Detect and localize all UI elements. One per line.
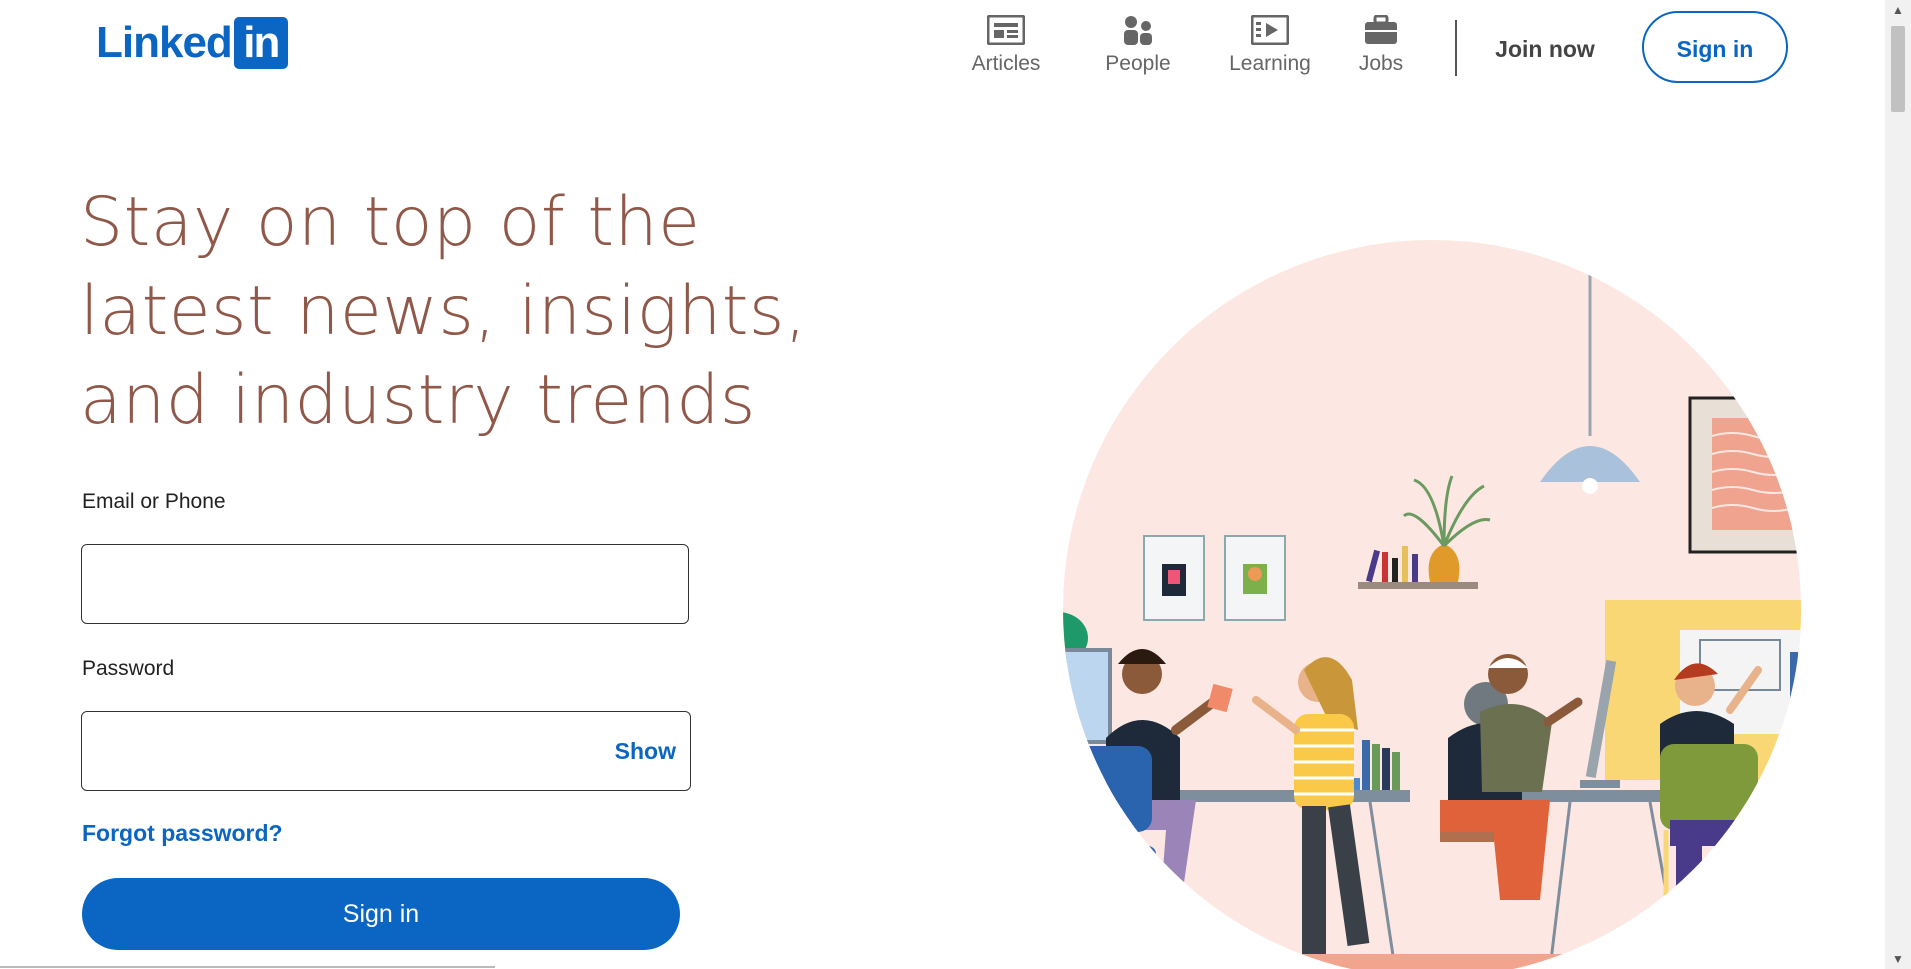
hero-headline: Stay on top of the latest news, insights…: [80, 178, 880, 445]
nav-divider: [1455, 20, 1457, 76]
header-sign-in-button[interactable]: Sign in: [1642, 11, 1788, 83]
hero-headline-line: latest news, insights,: [80, 272, 807, 351]
nav-people[interactable]: People: [1072, 12, 1204, 82]
nav-jobs[interactable]: Jobs: [1336, 12, 1426, 82]
sign-in-button[interactable]: Sign in: [82, 878, 680, 950]
show-password-button[interactable]: Show: [615, 738, 676, 765]
password-field[interactable]: [82, 712, 690, 790]
office-illustration: [1063, 240, 1801, 969]
join-now-link[interactable]: Join now: [1476, 30, 1614, 68]
nav-learning[interactable]: Learning: [1204, 12, 1336, 82]
nav-learning-label: Learning: [1229, 52, 1311, 75]
logo-wordmark: Linked: [96, 18, 233, 67]
password-label: Password: [82, 657, 175, 680]
linkedin-logo[interactable]: Linked in: [96, 17, 288, 69]
nav-articles[interactable]: Articles: [940, 12, 1072, 82]
hero-headline-line: and industry trends: [80, 361, 756, 440]
email-field-wrapper: [81, 544, 689, 624]
jobs-icon: [1359, 12, 1403, 48]
email-label: Email or Phone: [82, 490, 226, 513]
hero-headline-line: Stay on top of the: [80, 183, 701, 262]
nav-jobs-label: Jobs: [1358, 52, 1404, 75]
people-icon: [1116, 12, 1160, 48]
page-scrollbar[interactable]: ▲ ▼: [1885, 0, 1911, 969]
nav-articles-label: Articles: [971, 52, 1041, 75]
logo-in-box: in: [233, 17, 288, 69]
learning-icon: [1248, 12, 1292, 48]
bottom-divider: [0, 966, 495, 968]
scrollbar-thumb[interactable]: [1891, 26, 1905, 112]
forgot-password-link[interactable]: Forgot password?: [82, 820, 283, 847]
nav-people-label: People: [1105, 52, 1171, 75]
articles-icon: [984, 12, 1028, 48]
email-field[interactable]: [82, 545, 688, 623]
password-field-wrapper: Show: [81, 711, 691, 791]
scroll-up-icon[interactable]: ▲: [1885, 0, 1911, 20]
scroll-down-icon[interactable]: ▼: [1885, 949, 1911, 969]
top-nav: Articles People Learning Jobs: [940, 12, 1426, 82]
